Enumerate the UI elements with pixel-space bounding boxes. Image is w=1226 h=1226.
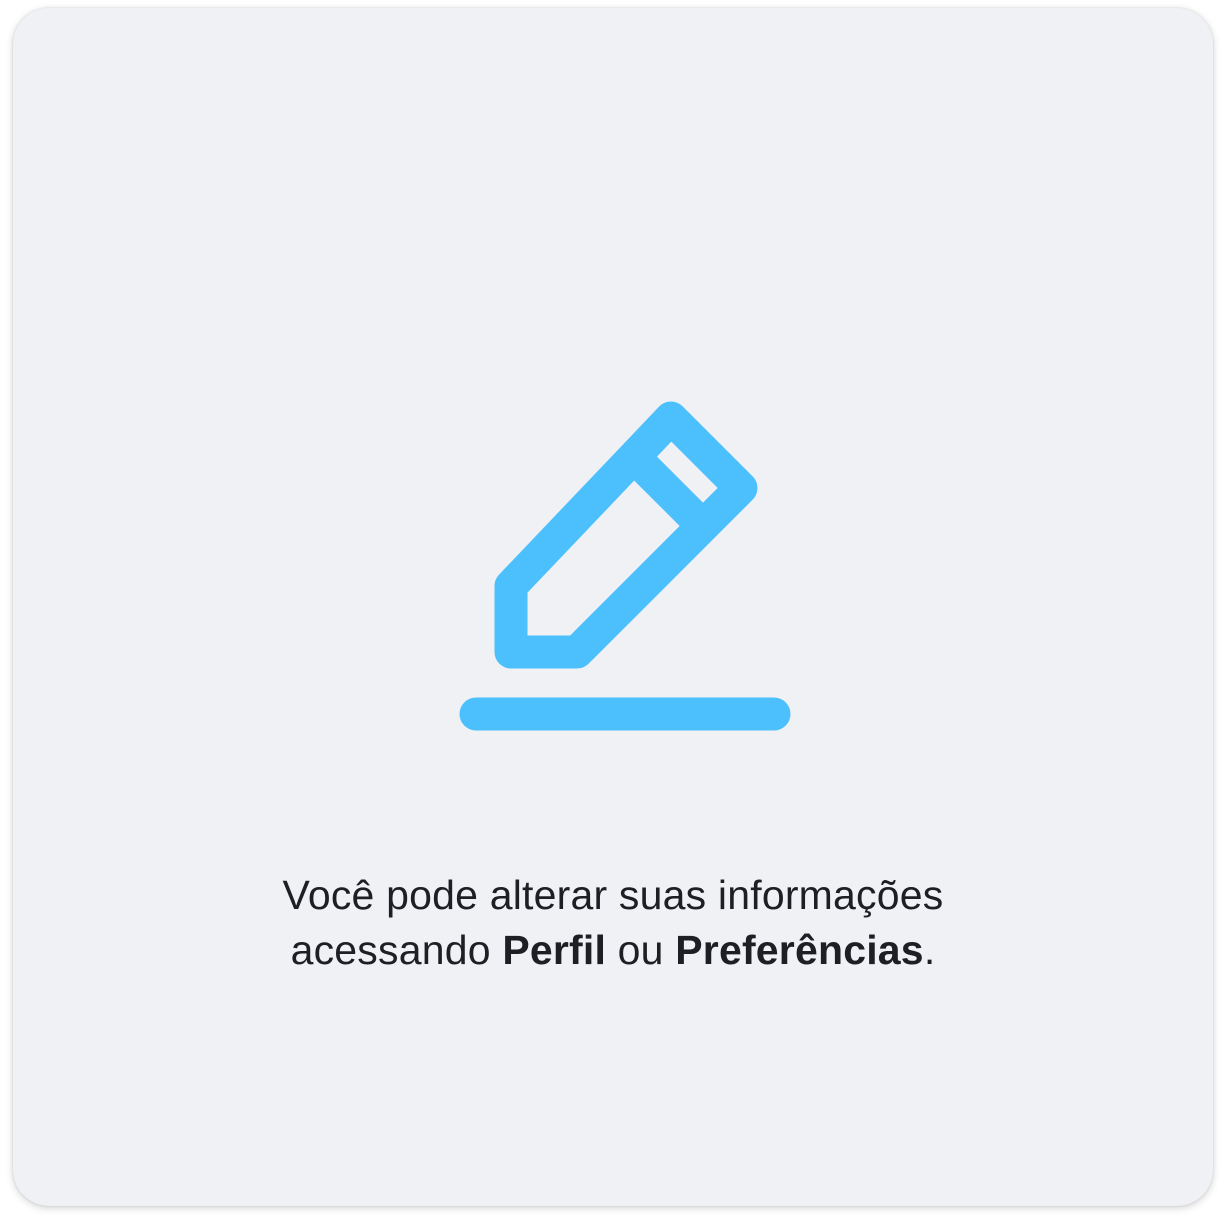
info-card: Você pode alterar suas informações acess…	[13, 8, 1213, 1206]
info-message: Você pode alterar suas informações acess…	[13, 868, 1213, 978]
edit-pencil-icon	[445, 388, 805, 748]
message-prefix: acessando	[290, 927, 503, 973]
message-suffix: .	[923, 927, 936, 973]
message-line-1: Você pode alterar suas informações	[282, 872, 944, 918]
message-connector: ou	[606, 927, 676, 973]
profile-label: Perfil	[502, 927, 607, 973]
message-line-2: acessando Perfil ou Preferências.	[13, 923, 1213, 978]
preferences-label: Preferências	[675, 927, 924, 973]
